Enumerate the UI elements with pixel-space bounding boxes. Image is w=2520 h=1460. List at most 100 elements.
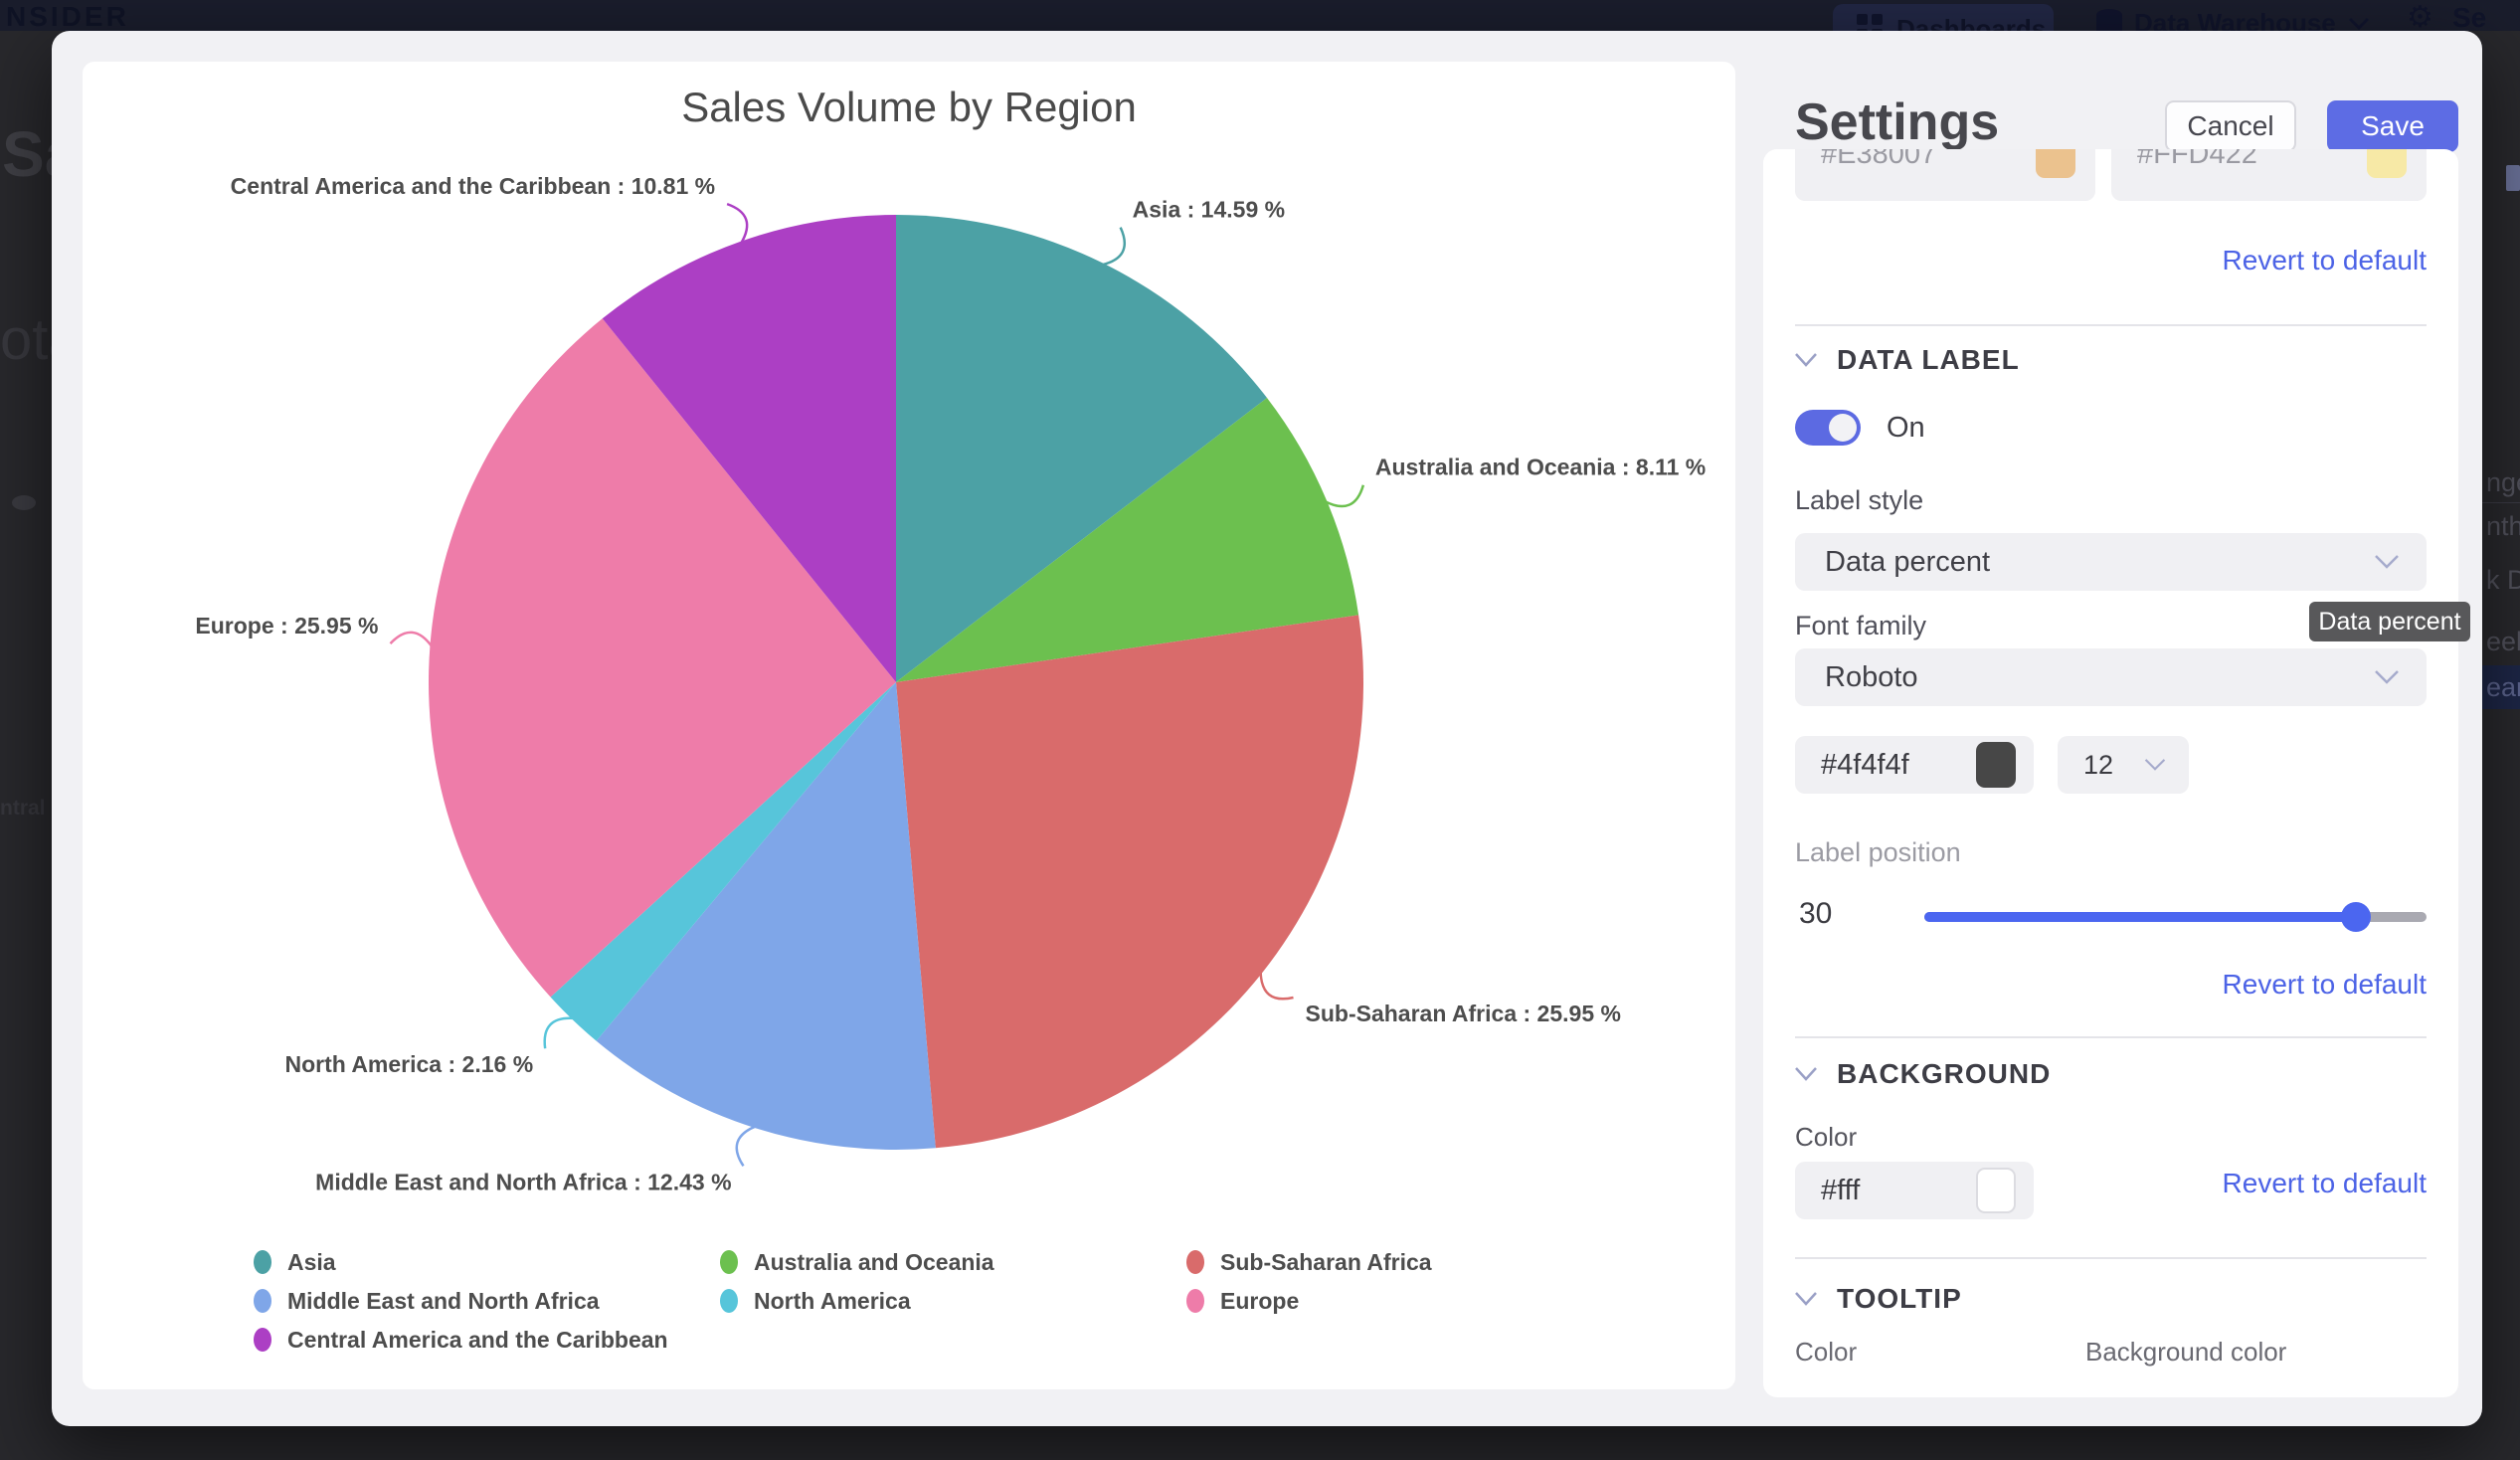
label-style-dropdown[interactable]: Data percent: [1795, 533, 2427, 591]
chevron-down-icon: [1793, 1290, 1819, 1308]
tooltip-color-label: Color: [1795, 1337, 1857, 1368]
label-style-tooltip: Data percent: [2309, 602, 2470, 641]
pie-label-leader: [390, 633, 432, 646]
font-size-dropdown[interactable]: 12: [2058, 736, 2189, 794]
settings-card: #E38007 #FFD422 Revert to default DATA L…: [1763, 149, 2458, 1397]
nav-dashboards[interactable]: Dashboards: [1833, 4, 2054, 31]
top-navbar: NSIDER Dashboards Data Warehouse ⚙ Se: [0, 0, 2520, 31]
pie-label-leader: [1325, 485, 1363, 506]
cancel-button[interactable]: Cancel: [2165, 100, 2296, 152]
series-color-input-1[interactable]: #E38007: [1795, 149, 2095, 201]
pie-data-label: Australia and Oceania : 8.11 %: [1375, 455, 1706, 480]
divider: [1795, 324, 2427, 326]
legend-dot: [254, 1289, 271, 1313]
font-family-dropdown[interactable]: Roboto: [1795, 648, 2427, 706]
font-family-label: Font family: [1795, 611, 1926, 641]
background-button-partial: [2506, 165, 2520, 191]
nav-data-warehouse[interactable]: Data Warehouse: [2096, 8, 2370, 31]
pie-data-label: North America : 2.16 %: [284, 1051, 533, 1077]
background-menu-item: eek: [2486, 627, 2520, 657]
background-color-swatch[interactable]: [1976, 1168, 2016, 1213]
revert-data-label-link[interactable]: Revert to default: [2223, 969, 2427, 1001]
toggle-knob: [1829, 414, 1857, 442]
pie-data-label: Central America and the Caribbean : 10.8…: [231, 173, 715, 199]
slider-thumb[interactable]: [2341, 902, 2371, 932]
slider-fill: [1924, 912, 2356, 922]
pie-label-leader: [737, 1126, 756, 1166]
pie-data-label: Europe : 25.95 %: [195, 613, 378, 639]
background-chart-label-partial: ntral: [0, 797, 46, 821]
pie-chart: Asia : 14.59 % Australia and Oceania : 8.…: [83, 62, 1735, 1389]
legend-item[interactable]: Australia and Oceania: [720, 1247, 994, 1277]
toggle-state-label: On: [1887, 412, 1925, 445]
pie-slice-3[interactable]: [896, 615, 1363, 1148]
database-icon: [2096, 9, 2122, 32]
tooltip-background-color-label: Background color: [2085, 1337, 2286, 1368]
nav-dashboards-label: Dashboards: [1896, 14, 2046, 31]
font-color-swatch[interactable]: [1976, 742, 2016, 788]
chevron-down-icon: [2143, 757, 2167, 773]
dashboards-grid-icon: [1857, 14, 1883, 31]
section-header-tooltip[interactable]: TOOLTIP: [1793, 1283, 1962, 1315]
legend-label: Australia and Oceania: [754, 1249, 994, 1276]
legend-dot: [254, 1328, 271, 1352]
chart-card: Sales Volume by Region Asia : 14.59 %Aus…: [83, 62, 1735, 1389]
series-colors-row: #E38007 #FFD422: [1763, 149, 2458, 205]
chevron-down-icon: [2348, 17, 2370, 31]
legend-item[interactable]: Sub-Saharan Africa: [1186, 1247, 1432, 1277]
font-family-value: Roboto: [1825, 661, 2373, 694]
pie-label-leader: [545, 1018, 575, 1048]
pie-data-label: Middle East and North Africa : 12.43 %: [315, 1169, 731, 1194]
background-menu-item: k D: [2486, 565, 2520, 596]
legend-dot: [1186, 1250, 1204, 1274]
revert-background-link[interactable]: Revert to default: [2223, 1168, 2427, 1199]
legend-label: Asia: [287, 1249, 336, 1276]
pie-data-label: Asia : 14.59 %: [1133, 197, 1285, 223]
pie-label-leader: [1102, 228, 1125, 266]
series-color-2-swatch[interactable]: [2367, 149, 2407, 178]
background-menu-item: nth: [2486, 511, 2520, 542]
revert-series-colors-link[interactable]: Revert to default: [2223, 245, 2427, 276]
series-color-1-swatch[interactable]: [2036, 149, 2075, 178]
pie-label-leader: [1261, 972, 1294, 999]
legend-item[interactable]: Middle East and North Africa: [254, 1286, 600, 1316]
gear-icon[interactable]: ⚙: [2407, 0, 2433, 31]
legend-dot: [720, 1289, 738, 1313]
section-title: BACKGROUND: [1837, 1058, 2051, 1090]
font-color-input[interactable]: #4f4f4f: [1795, 736, 2034, 794]
data-label-toggle[interactable]: [1795, 410, 1861, 446]
legend-label: Central America and the Caribbean: [287, 1327, 668, 1354]
app-logo: NSIDER: [6, 1, 129, 31]
background-bullet-dot: [12, 495, 36, 510]
series-color-2-value: #FFD422: [2137, 149, 2367, 171]
font-color-value: #4f4f4f: [1821, 749, 1976, 782]
chevron-down-icon: [2373, 668, 2401, 686]
chevron-down-icon: [2373, 553, 2401, 571]
series-color-1-value: #E38007: [1821, 149, 2036, 171]
label-style-label: Label style: [1795, 485, 1923, 516]
font-size-value: 12: [2083, 750, 2143, 781]
background-color-input[interactable]: #fff: [1795, 1162, 2034, 1219]
legend-label: Middle East and North Africa: [287, 1288, 600, 1315]
section-header-background[interactable]: BACKGROUND: [1793, 1058, 2051, 1090]
series-color-input-2[interactable]: #FFD422: [2111, 149, 2427, 201]
background-color-label: Color: [1795, 1122, 1857, 1153]
legend-item[interactable]: North America: [720, 1286, 911, 1316]
legend-label: Europe: [1220, 1288, 1299, 1315]
pie-label-leader: [727, 204, 747, 244]
label-position-label: Label position: [1795, 837, 1961, 868]
save-button[interactable]: Save: [2327, 100, 2458, 152]
legend-item[interactable]: Europe: [1186, 1286, 1299, 1316]
legend-item[interactable]: Asia: [254, 1247, 336, 1277]
background-menu-item: nge: [2486, 467, 2520, 498]
section-title: TOOLTIP: [1837, 1283, 1962, 1315]
legend-item[interactable]: Central America and the Caribbean: [254, 1325, 668, 1355]
divider: [1795, 1257, 2427, 1259]
nav-data-warehouse-label: Data Warehouse: [2134, 8, 2336, 31]
chevron-down-icon: [1793, 351, 1819, 369]
section-header-data-label[interactable]: DATA LABEL: [1793, 344, 2020, 376]
label-position-value: 30: [1799, 897, 1832, 931]
nav-settings-partial-label: Se: [2452, 2, 2486, 31]
legend-label: Sub-Saharan Africa: [1220, 1249, 1432, 1276]
chart-settings-modal: Sales Volume by Region Asia : 14.59 %Aus…: [52, 31, 2482, 1426]
